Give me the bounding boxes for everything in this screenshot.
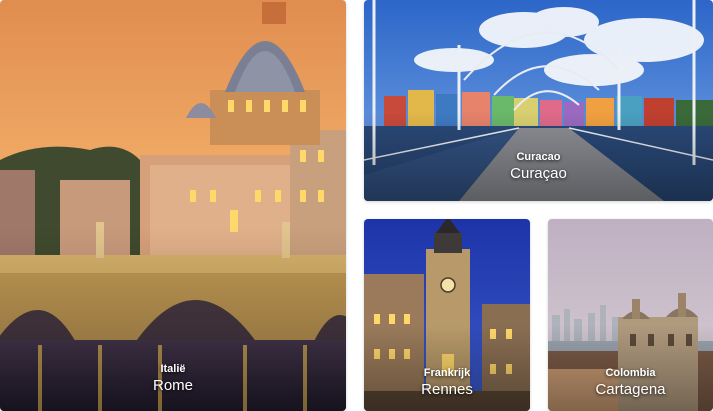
destination-card-rennes[interactable]: Frankrijk Rennes — [364, 219, 530, 411]
destination-card-curacao[interactable]: Curacao Curaçao — [364, 0, 713, 201]
card-country: Colombia — [605, 367, 656, 379]
destination-card-cartagena[interactable]: Colombia Cartagena — [548, 219, 713, 411]
card-country: Curacao — [516, 151, 561, 163]
card-caption: Colombia Cartagena — [548, 366, 713, 400]
card-country: Frankrijk — [423, 367, 471, 379]
card-city: Curaçao — [510, 165, 567, 182]
card-country: Italië — [160, 363, 186, 375]
card-city: Cartagena — [595, 381, 666, 398]
card-city: Rennes — [421, 381, 473, 398]
card-city: Rome — [152, 377, 193, 394]
card-caption: Curacao Curaçao — [364, 150, 713, 184]
destination-card-rome[interactable]: Italië Rome — [0, 0, 346, 411]
card-caption: Italië Rome — [0, 362, 346, 396]
card-caption: Frankrijk Rennes — [364, 366, 530, 400]
